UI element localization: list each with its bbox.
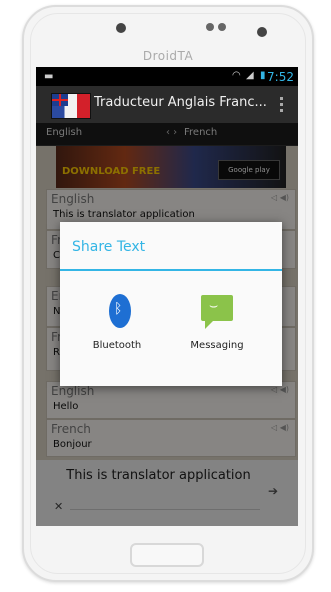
proximity-sensor	[257, 27, 267, 37]
sensor-dot	[218, 23, 226, 31]
bluetooth-icon: ᛒ	[109, 294, 131, 328]
phone-brand: DroidTA	[142, 49, 194, 63]
app-title: Traducteur Anglais Franc...	[94, 95, 267, 110]
overflow-menu-icon[interactable]	[280, 96, 284, 114]
share-option-label: Bluetooth	[92, 340, 142, 351]
app-flag-icon[interactable]	[51, 93, 91, 119]
share-dialog: Share Text ᛒ Bluetooth ⌣ Messaging	[60, 222, 282, 386]
notification-icon: ▬	[44, 71, 54, 82]
battery-icon: ▮	[260, 70, 266, 81]
messaging-icon: ⌣	[201, 295, 233, 329]
front-camera	[116, 23, 126, 33]
home-button[interactable]	[130, 543, 204, 567]
dialog-title-divider	[60, 269, 282, 271]
share-option-label: Messaging	[190, 340, 244, 351]
action-bar: Traducteur Anglais Franc...	[36, 86, 298, 123]
signal-icon: ◢	[246, 70, 254, 81]
device-screen: ▬ ◠ ◢ ▮ 7:52 Traducteur Anglais Franc...…	[36, 67, 298, 526]
status-bar: ▬ ◠ ◢ ▮ 7:52	[36, 67, 298, 86]
sensor-dot	[206, 23, 214, 31]
status-time: 7:52	[267, 70, 294, 84]
dialog-title: Share Text	[72, 239, 146, 255]
wifi-icon: ◠	[232, 70, 241, 81]
